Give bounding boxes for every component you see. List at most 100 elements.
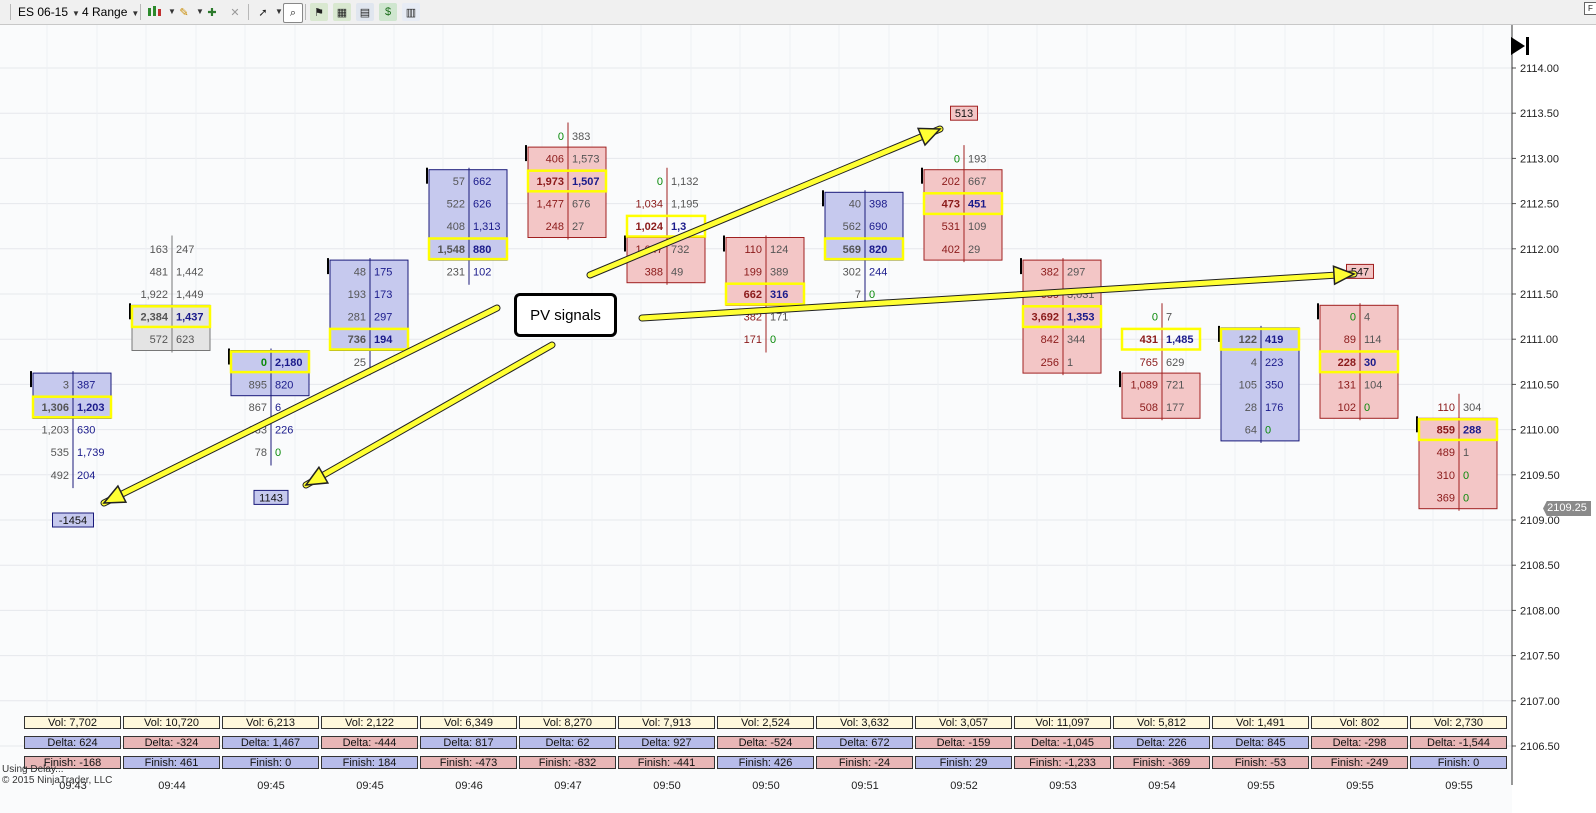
bid-volume: 0	[261, 357, 267, 369]
bar-chart-style-icon[interactable]	[145, 3, 163, 21]
signal-marker-value: 1143	[259, 492, 283, 504]
ask-volume: 1,313	[473, 221, 501, 233]
bid-volume: 57	[453, 176, 465, 188]
bid-volume: 1,973	[536, 176, 564, 188]
ask-volume: 1,203	[77, 402, 105, 414]
money-icon[interactable]: $	[379, 3, 397, 21]
bid-volume: 7	[855, 289, 861, 301]
zoom-icon[interactable]: ⌕	[283, 3, 303, 23]
bid-volume: 122	[1239, 334, 1257, 346]
strategy-icon[interactable]: ⚑	[310, 3, 328, 21]
ask-volume: 630	[77, 425, 95, 437]
skip-end-icon	[1511, 37, 1529, 55]
instrument-selector[interactable]: ES 06-15 ▼	[18, 3, 80, 21]
ask-volume: 0	[275, 447, 281, 459]
bid-volume: 199	[744, 266, 762, 278]
analyzer-icon[interactable]: ▦	[333, 3, 351, 21]
data-box-icon[interactable]: ▥	[402, 3, 420, 21]
bid-volume: 0	[954, 153, 960, 165]
bid-volume: 131	[1338, 379, 1356, 391]
bid-volume: 535	[51, 447, 69, 459]
bid-volume: 572	[150, 334, 168, 346]
bid-volume: 408	[447, 221, 465, 233]
bid-volume: 40	[849, 199, 861, 211]
bid-volume: 531	[942, 221, 960, 233]
bid-volume: 569	[843, 244, 861, 256]
ask-volume: 344	[1067, 334, 1085, 346]
bid-volume: 25	[354, 357, 366, 369]
toolbar-separator	[305, 4, 306, 20]
scroll-to-end-button[interactable]	[1508, 35, 1534, 59]
chart-corner-button[interactable]: F	[1584, 2, 1596, 15]
pointer-tool-icon[interactable]: ➚	[254, 3, 272, 21]
ask-volume: 173	[374, 289, 392, 301]
delay-notice: Using Delay...	[2, 764, 64, 775]
ask-volume: 1,132	[671, 176, 699, 188]
add-indicator-icon[interactable]: ✚	[203, 3, 221, 21]
price-axis-label: 2111.50	[1520, 289, 1558, 301]
price-axis-label: 2107.50	[1520, 651, 1560, 663]
bid-volume: 281	[348, 312, 366, 324]
ask-volume: 29	[968, 244, 980, 256]
bid-volume: 302	[843, 266, 861, 278]
bid-volume: 256	[1041, 357, 1059, 369]
remove-indicator-icon[interactable]: ✕	[226, 3, 244, 21]
bid-volume: 473	[942, 199, 960, 211]
ask-volume: 629	[1166, 357, 1184, 369]
bid-volume: 842	[1041, 334, 1059, 346]
ask-volume: 175	[374, 266, 392, 278]
bid-volume: 171	[744, 334, 762, 346]
bid-volume: 388	[645, 266, 663, 278]
price-axis-label: 2107.00	[1520, 696, 1560, 708]
chart-properties-icon[interactable]: ▤	[356, 3, 374, 21]
bid-volume: 193	[348, 289, 366, 301]
bid-volume: 0	[657, 176, 663, 188]
bid-volume: 48	[354, 266, 366, 278]
bid-volume: 492	[51, 470, 69, 482]
ask-volume: 7	[1166, 312, 1172, 324]
ask-volume: 389	[770, 266, 788, 278]
ask-volume: 662	[473, 176, 491, 188]
toolbar-separator	[10, 4, 11, 20]
pv-signals-callout: PV signals	[514, 293, 617, 337]
ask-volume: 30	[1364, 357, 1376, 369]
bar-body	[824, 191, 904, 261]
ask-volume: 626	[473, 199, 491, 211]
bid-volume: 3	[63, 379, 69, 391]
price-axis-label: 2112.00	[1520, 244, 1559, 256]
bid-volume: 310	[1437, 470, 1455, 482]
ask-volume: 1,485	[1166, 334, 1194, 346]
bid-volume: 522	[447, 199, 465, 211]
ask-volume: 1,195	[671, 199, 699, 211]
ask-volume: 1,437	[176, 312, 204, 324]
ask-volume: 102	[473, 266, 491, 278]
price-axis-label: 2109.50	[1520, 470, 1560, 482]
ask-volume: 0	[1463, 470, 1469, 482]
bid-volume: 89	[1344, 334, 1356, 346]
ask-volume: 247	[176, 244, 194, 256]
candlestick-glyph	[148, 6, 161, 16]
ask-volume: 109	[968, 221, 986, 233]
ask-volume: 721	[1166, 379, 1184, 391]
pencil-draw-icon[interactable]: ✎	[175, 3, 193, 21]
ask-volume: 880	[473, 244, 491, 256]
ask-volume: 124	[770, 244, 788, 256]
ask-volume: 1	[1463, 447, 1469, 459]
ask-volume: 820	[275, 379, 293, 391]
chart-footer: Using Delay... © 2015 NinjaTrader, LLC	[2, 764, 112, 786]
bid-volume: 402	[942, 244, 960, 256]
bid-volume: 110	[1437, 402, 1455, 414]
price-axis-label: 2110.00	[1520, 425, 1559, 437]
period-selector[interactable]: 4 Range ▼	[82, 3, 139, 21]
ask-volume: 316	[770, 289, 788, 301]
bid-volume: 1,034	[635, 199, 663, 211]
ask-volume: 676	[572, 199, 590, 211]
bid-volume: 202	[942, 176, 960, 188]
ask-volume: 288	[1463, 425, 1481, 437]
chevron-down-icon[interactable]: ▼	[275, 3, 283, 21]
bid-volume: 1,306	[41, 402, 69, 414]
order-flow-chart[interactable]: 2114.00 2113.50 2113.00 2112.50 2112.00 2111.…	[0, 25, 1596, 813]
ask-volume: 1,449	[176, 289, 204, 301]
ask-volume: 223	[1265, 357, 1283, 369]
price-axis-label: 2106.50	[1520, 741, 1560, 753]
